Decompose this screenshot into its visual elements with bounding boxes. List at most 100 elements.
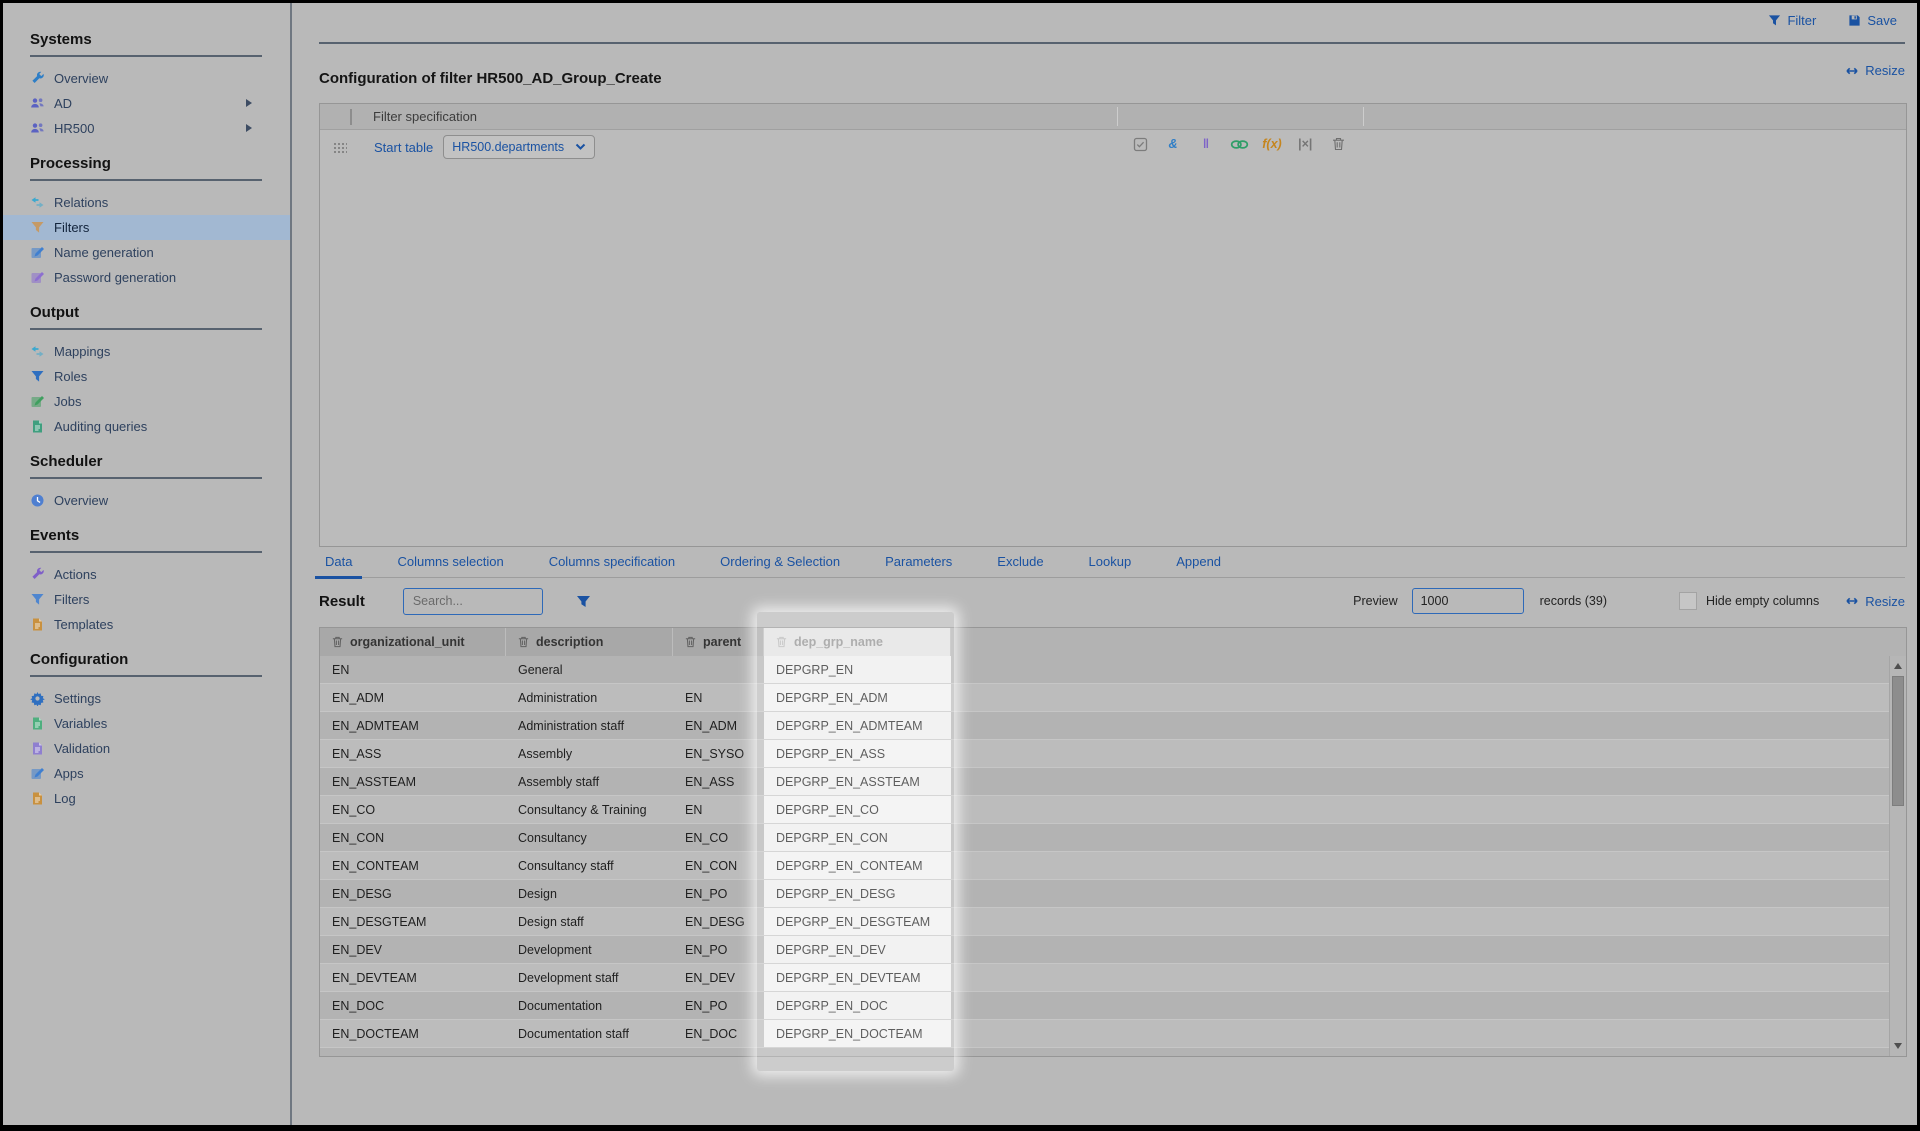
sidebar-section-title: Scheduler [30,452,263,472]
table-row[interactable]: EN_ASSAssemblyEN_SYSODEPGRP_EN_ASS [320,740,1906,768]
scrollbar-thumb[interactable] [1892,676,1904,806]
sidebar-item-jobs[interactable]: Jobs [3,389,290,414]
search-funnel-icon[interactable] [576,595,591,608]
sidebar-item-roles[interactable]: Roles [3,364,290,389]
table-row[interactable]: EN_DESGDesignEN_PODEPGRP_EN_DESG [320,880,1906,908]
sidebar-item-filters[interactable]: Filters [3,215,290,240]
start-table-value: HR500.departments [452,140,564,154]
pencil-doc-icon [30,270,45,285]
filter-button[interactable]: Filter [1768,13,1816,28]
table-row[interactable]: EN_CONConsultancyEN_CODEPGRP_EN_CON [320,824,1906,852]
cell-organizational_unit: EN_DOCTEAM [320,1020,506,1047]
trash-icon[interactable] [332,636,343,648]
sidebar-section-rule [30,551,262,553]
sidebar-item-settings[interactable]: Settings [3,686,290,711]
cell-parent: EN [673,684,764,711]
users-icon [30,96,45,111]
sidebar-section-title: Configuration [30,650,263,670]
sidebar-item-validation[interactable]: Validation [3,736,290,761]
table-row[interactable]: EN_CONTEAMConsultancy staffEN_CONDEPGRP_… [320,852,1906,880]
sidebar-item-actions[interactable]: Actions [3,562,290,587]
column-header-description[interactable]: description [506,628,673,656]
column-header-parent[interactable]: parent [673,628,764,656]
tab-columns-selection[interactable]: Columns selection [391,546,509,577]
sidebar-item-auditing-queries[interactable]: Auditing queries [3,414,290,439]
parallel-operator-icon[interactable]: ‖ [1196,135,1216,153]
resize-top-button[interactable]: Resize [1845,63,1905,78]
cell-organizational_unit: EN_ADMTEAM [320,712,506,739]
search-input[interactable] [411,593,576,609]
table-row[interactable]: EN_DOCDocumentationEN_PODEPGRP_EN_DOC [320,992,1906,1020]
records-count: records (39) [1540,594,1607,608]
tab-lookup[interactable]: Lookup [1083,546,1138,577]
resize-bottom-button[interactable]: Resize [1845,594,1905,609]
sidebar-item-filters[interactable]: Filters [3,587,290,612]
sidebar-item-name-generation[interactable]: Name generation [3,240,290,265]
sidebar-item-hr500[interactable]: HR500 [3,116,290,141]
sidebar-item-overview[interactable]: Overview [3,488,290,513]
sidebar-item-variables[interactable]: Variables [3,711,290,736]
sidebar-item-overview[interactable]: Overview [3,66,290,91]
doc-icon [30,716,45,731]
chevron-right-icon [246,124,252,132]
trash-icon[interactable] [776,636,787,648]
hide-empty-columns-checkbox[interactable] [1679,592,1697,610]
tab-parameters[interactable]: Parameters [879,546,958,577]
sidebar-item-label: Apps [54,766,84,781]
sidebar-item-apps[interactable]: Apps [3,761,290,786]
table-row[interactable]: EN_DEVTEAMDevelopment staffEN_DEVDEPGRP_… [320,964,1906,992]
trash-icon[interactable] [685,636,696,648]
exclude-icon[interactable]: |×| [1295,135,1315,153]
cell-dep_grp_name: DEPGRP_EN_ADMTEAM [764,712,951,739]
tab-append[interactable]: Append [1170,546,1227,577]
start-table-select[interactable]: HR500.departments [443,135,595,159]
sidebar-section-rule [30,675,262,677]
tab-columns-specification[interactable]: Columns specification [543,546,681,577]
column-header-organizational_unit[interactable]: organizational_unit [320,628,506,656]
and-operator-icon[interactable]: & [1163,135,1183,153]
table-row[interactable]: ENGeneralDEPGRP_EN [320,656,1906,684]
table-row[interactable]: EN_DOCTEAMDocumentation staffEN_DOCDEPGR… [320,1020,1906,1048]
start-table-label: Start table [374,140,433,155]
resize-bottom-label: Resize [1865,594,1905,609]
sidebar-item-password-generation[interactable]: Password generation [3,265,290,290]
panel-grip[interactable] [350,109,352,125]
sidebar-item-templates[interactable]: Templates [3,612,290,637]
trash-icon[interactable] [518,636,529,648]
arrows-icon [30,195,45,210]
preview-count-input[interactable] [1412,588,1524,614]
sidebar-item-log[interactable]: Log [3,786,290,811]
save-button[interactable]: Save [1848,13,1897,28]
condition-checkbox-icon[interactable] [1130,135,1150,153]
sidebar-item-label: Log [54,791,76,806]
sidebar-item-label: Variables [54,716,107,731]
tab-data[interactable]: Data [319,546,358,577]
table-row[interactable]: EN_ADMTEAMAdministration staffEN_ADMDEPG… [320,712,1906,740]
resize-top-label: Resize [1865,63,1905,78]
scroll-down-button[interactable] [1890,1038,1906,1054]
tab-exclude[interactable]: Exclude [991,546,1049,577]
table-row[interactable]: EN_COConsultancy & TrainingENDEPGRP_EN_C… [320,796,1906,824]
link-icon[interactable] [1229,135,1249,153]
scroll-up-button[interactable] [1890,658,1906,674]
sidebar-item-label: Relations [54,195,108,210]
delete-icon[interactable] [1328,135,1348,153]
result-toolbar: Result Preview records (39) Hide empty c… [319,586,1905,616]
doc-icon [30,419,45,434]
table-row[interactable]: EN_ASSTEAMAssembly staffEN_ASSDEPGRP_EN_… [320,768,1906,796]
vertical-scrollbar[interactable] [1889,656,1906,1056]
tab-ordering-selection[interactable]: Ordering & Selection [714,546,846,577]
sidebar-item-ad[interactable]: AD [3,91,290,116]
cell-parent: EN_ADM [673,712,764,739]
table-row[interactable]: EN_DESGTEAMDesign staffEN_DESGDEPGRP_EN_… [320,908,1906,936]
panel-header-divider [1363,107,1364,126]
function-icon[interactable]: f(x) [1262,135,1282,153]
sidebar-item-label: Templates [54,617,113,632]
column-header-dep_grp_name[interactable]: dep_grp_name [764,628,951,656]
table-row[interactable]: EN_ADMAdministrationENDEPGRP_EN_ADM [320,684,1906,712]
sidebar-item-relations[interactable]: Relations [3,190,290,215]
table-row[interactable]: EN_DEVDevelopmentEN_PODEPGRP_EN_DEV [320,936,1906,964]
drag-handle-icon[interactable] [333,142,347,153]
cell-description: Documentation staff [506,1020,673,1047]
sidebar-item-mappings[interactable]: Mappings [3,339,290,364]
